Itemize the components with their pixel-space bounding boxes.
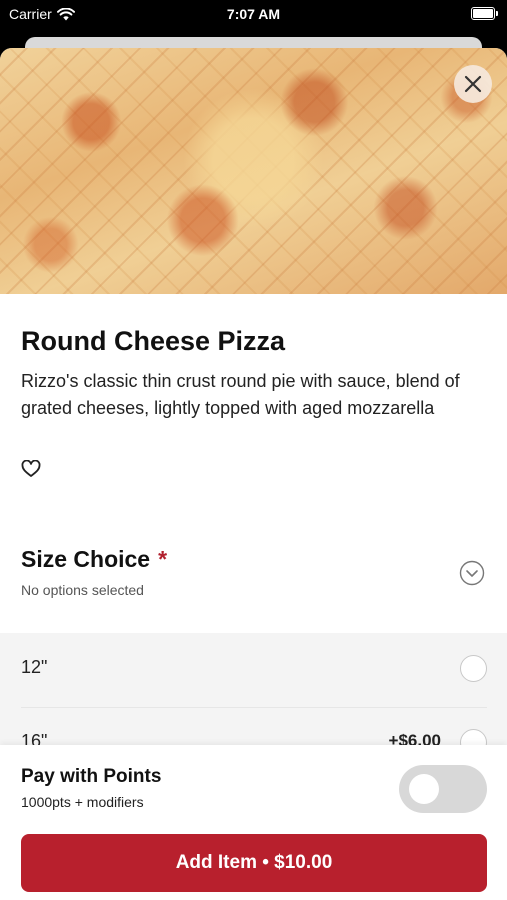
option-label: 12" — [21, 657, 48, 677]
item-description: Rizzo's classic thin crust round pie wit… — [21, 371, 460, 418]
size-choice-toggle[interactable] — [459, 560, 485, 591]
add-item-button[interactable]: Add Item • $10.00 — [21, 834, 487, 892]
pay-with-points-subtitle: 1000pts + modifiers — [21, 794, 144, 810]
size-option-12[interactable]: 12" — [21, 633, 487, 708]
status-time: 7:07 AM — [226, 6, 281, 22]
status-bar: Carrier 7:07 AM — [0, 0, 507, 30]
heart-icon — [21, 459, 41, 477]
item-photo — [0, 48, 507, 294]
pay-with-points-toggle[interactable] — [399, 765, 487, 813]
size-choice-label: Size Choice — [21, 546, 151, 572]
toggle-knob — [409, 774, 439, 804]
size-choice-title: Size Choice * — [21, 546, 167, 573]
size-choice-subtitle: No options selected — [21, 582, 144, 598]
close-icon — [464, 75, 482, 93]
battery-icon — [471, 7, 498, 20]
pay-with-points-title: Pay with Points — [21, 766, 162, 787]
required-marker: * — [158, 546, 168, 572]
item-title: Round Cheese Pizza — [21, 326, 286, 356]
option-radio[interactable] — [460, 655, 487, 682]
favorite-button[interactable] — [21, 459, 41, 483]
close-button[interactable] — [454, 65, 492, 103]
chevron-down-icon — [459, 560, 485, 586]
order-footer: Pay with Points 1000pts + modifiers Add … — [0, 745, 507, 900]
item-detail-sheet: Round Cheese Pizza Rizzo's classic thin … — [0, 48, 507, 900]
